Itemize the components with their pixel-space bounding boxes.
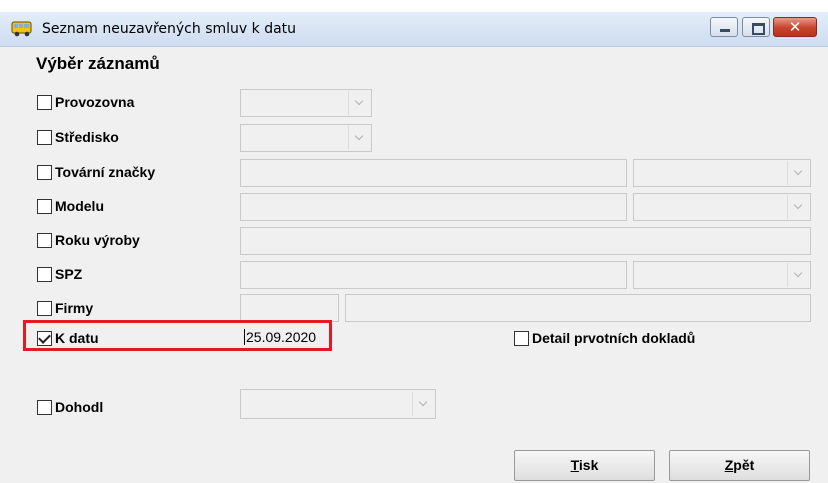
filter-dohodl[interactable]: Dohodl [37,398,103,416]
filter-modelu[interactable]: Modelu [37,197,104,215]
tisk-accel: T [570,457,579,473]
stredisko-checkbox[interactable] [37,129,52,145]
filter-firmy[interactable]: Firmy [37,299,93,317]
chevron-down-icon [787,161,809,185]
modelu-label: Modelu [55,198,104,214]
filter-tovarni-znacky[interactable]: Tovární značky [37,163,155,181]
chevron-down-icon [412,392,434,416]
filter-provozovna[interactable]: Provozovna [37,93,134,111]
firmy-code-input[interactable] [240,294,339,322]
maximize-icon [752,23,765,35]
tovarni-znacky-label: Tovární značky [55,164,156,180]
filter-k-datu[interactable]: K datu [37,329,99,347]
k-datu-label: K datu [55,330,99,346]
bus-icon [11,21,32,37]
filter-detail[interactable]: Detail prvotních dokladů [514,329,695,347]
maximize-button[interactable] [742,17,770,37]
spz-checkbox[interactable] [37,266,52,282]
chevron-down-icon [348,126,370,150]
filter-stredisko[interactable]: Středisko [37,128,119,146]
minimize-icon [720,29,730,32]
k-datu-checkbox[interactable] [37,330,52,346]
k-datu-input[interactable]: 25.09.2020 [242,325,330,349]
chevron-down-icon [787,263,809,287]
zpet-label: pět [733,457,755,473]
stredisko-select[interactable] [240,124,372,152]
firmy-name-input[interactable] [345,294,811,322]
roku-vyroby-input[interactable] [240,227,811,255]
firmy-label: Firmy [55,300,94,316]
firmy-checkbox[interactable] [37,300,52,316]
text-caret [244,329,245,345]
chevron-down-icon [787,195,809,219]
roku-vyroby-checkbox[interactable] [37,232,52,248]
close-icon: ✕ [788,18,802,36]
spz-input[interactable] [240,261,627,289]
provozovna-select[interactable] [240,89,372,117]
modelu-checkbox[interactable] [37,198,52,214]
tovarni-znacky-checkbox[interactable] [37,164,52,180]
modelu-input[interactable] [240,193,627,221]
roku-vyroby-label: Roku výroby [55,232,140,248]
dohodl-label: Dohodl [55,399,104,415]
section-title: Výběr záznamů [36,54,160,73]
filter-spz[interactable]: SPZ [37,265,82,283]
zpet-button[interactable]: Zpět [669,450,810,481]
tovarni-znacky-select[interactable] [633,159,811,187]
minimize-button[interactable] [710,17,738,37]
chevron-down-icon [348,91,370,115]
provozovna-label: Provozovna [55,94,135,110]
spz-label: SPZ [55,266,83,282]
tisk-button[interactable]: Tisk [514,450,655,481]
detail-checkbox[interactable] [514,330,529,346]
filter-roku-vyroby[interactable]: Roku výroby [37,231,140,249]
zpet-accel: Z [724,457,734,473]
title-bar: Seznam neuzavřených smluv k datu ✕ [0,12,828,47]
tisk-label: isk [578,457,599,473]
detail-label: Detail prvotních dokladů [532,330,696,346]
stredisko-label: Středisko [55,129,119,145]
window-title: Seznam neuzavřených smluv k datu [42,21,297,37]
tovarni-znacky-input[interactable] [240,159,627,187]
provozovna-checkbox[interactable] [37,94,52,110]
dohodl-checkbox[interactable] [37,399,52,415]
close-button[interactable]: ✕ [773,17,817,37]
modelu-select[interactable] [633,193,811,221]
spz-select[interactable] [633,261,811,289]
dohodl-select[interactable] [240,389,436,419]
